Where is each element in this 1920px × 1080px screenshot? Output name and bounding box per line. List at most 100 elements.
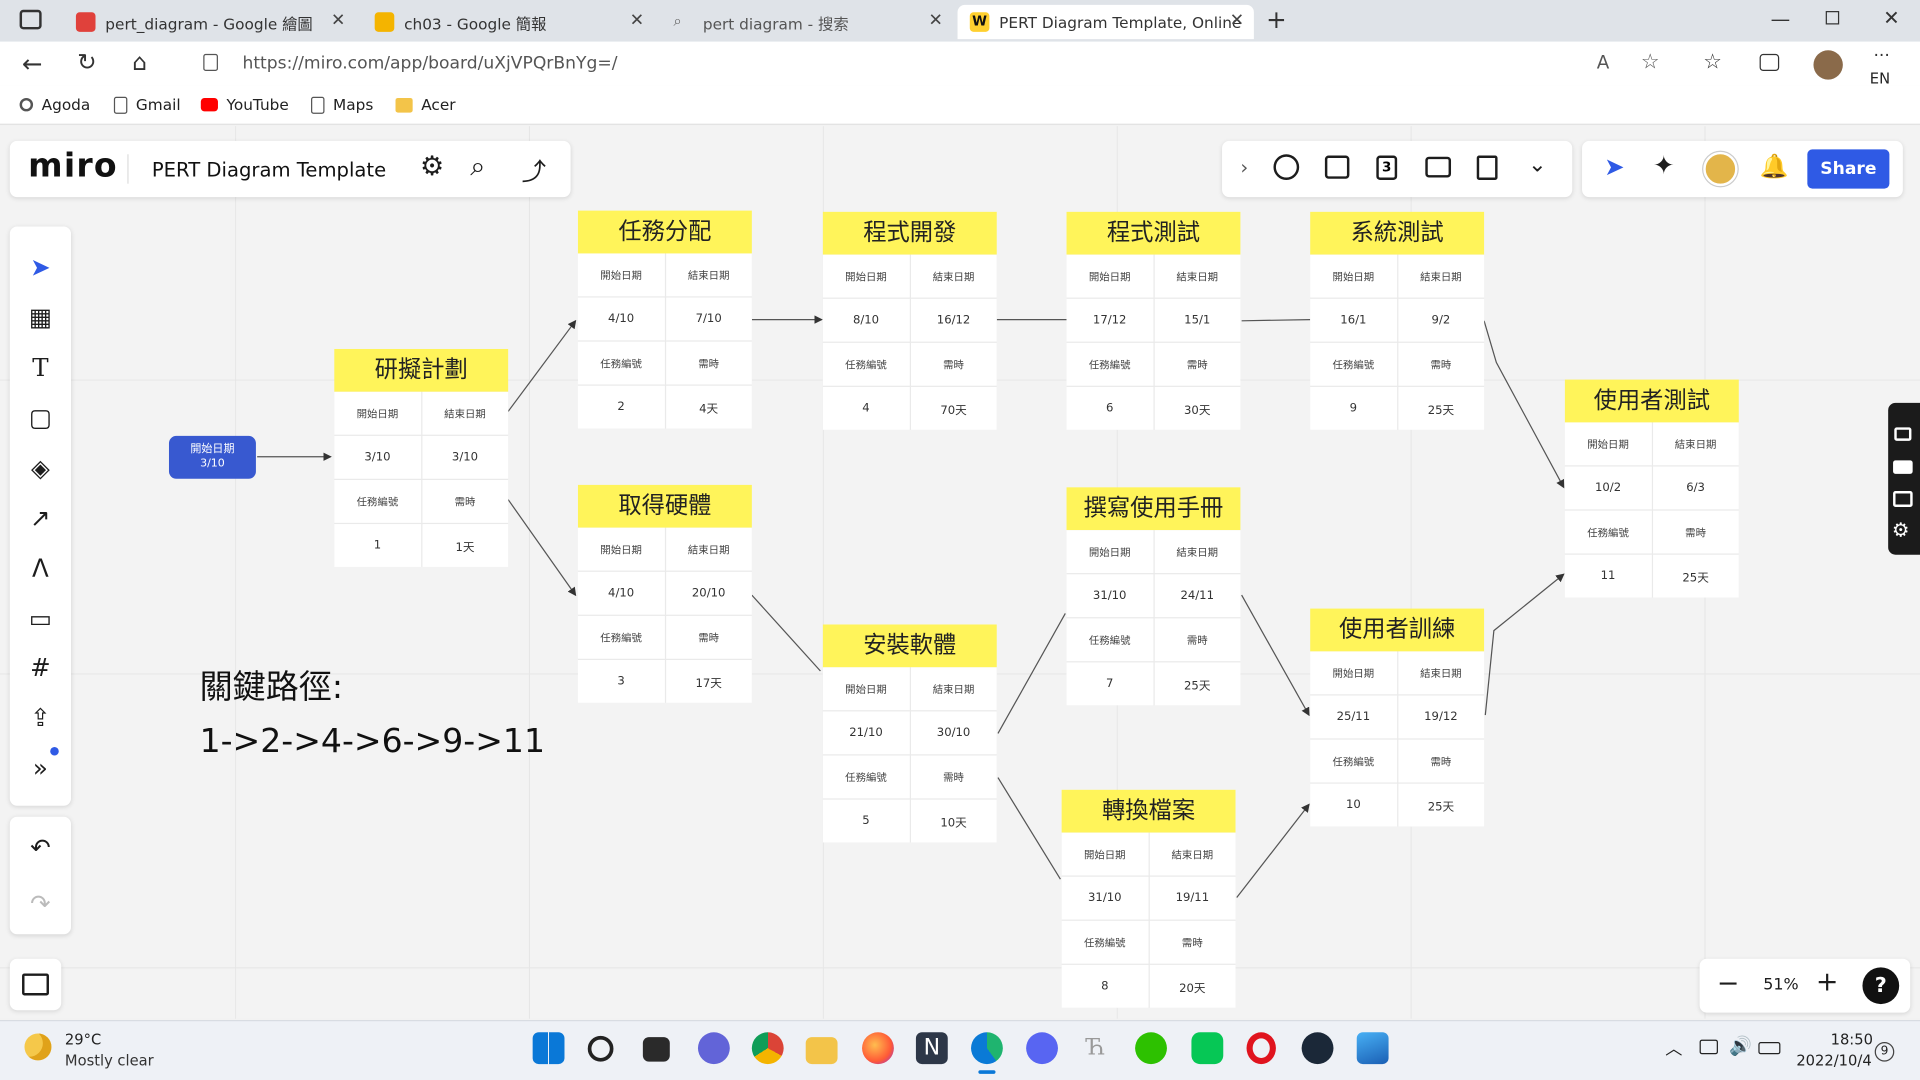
share-button[interactable]: Share [1807,149,1890,189]
lock-icon[interactable] [203,53,218,72]
window-icon[interactable] [1893,491,1913,507]
help-button[interactable]: ? [1862,967,1900,1005]
notion-icon[interactable]: N [915,1032,948,1065]
task-node-3[interactable]: 取得硬體 開始日期 結束日期 4/10 20/10 任務編號 需時 3 17天 [577,484,752,703]
miro-logo[interactable]: miro [28,147,118,185]
zoom-out-icon[interactable]: − [1717,969,1740,1000]
bookmark-maps[interactable]: Maps [311,96,373,114]
close-tab-icon[interactable]: ✕ [928,11,942,31]
text-icon[interactable]: T [21,348,60,387]
back-icon[interactable]: ← [22,49,43,78]
templates-icon[interactable]: ▦ [21,298,60,337]
bookmark-acer[interactable]: Acer [395,96,456,114]
user-avatar[interactable] [1703,151,1738,187]
task-node-7[interactable]: 撰寫使用手冊 開始日期 結束日期 31/10 24/11 任務編號 需時 7 25天 [1066,487,1241,706]
close-tab-icon[interactable]: ✕ [630,11,644,31]
minimize-icon[interactable]: — [1771,7,1791,30]
task-view-icon[interactable] [642,1037,670,1062]
more-icon[interactable]: ··· [1873,47,1889,67]
weather-icon[interactable] [24,1033,52,1061]
camera-icon[interactable] [1894,427,1912,441]
timer-icon[interactable] [1273,154,1300,181]
pen-icon[interactable]: Λ [21,549,60,588]
board-title[interactable]: PERT Diagram Template [152,158,386,181]
critical-path-note[interactable]: 關鍵路徑: 1->2->4->6->9->11 [200,661,545,769]
file-explorer-icon[interactable] [805,1037,838,1065]
sticky-note-icon[interactable]: ▢ [21,398,60,437]
search-icon[interactable]: ⌕ [470,152,485,183]
firefox-icon[interactable] [862,1032,894,1065]
frame-icon[interactable]: # [21,648,60,687]
discord-icon[interactable] [1026,1032,1058,1065]
notifications-icon[interactable]: 🔔 [1760,152,1789,180]
chrome-icon[interactable] [751,1032,784,1065]
notification-badge[interactable]: 9 [1874,1042,1895,1062]
presentation-icon[interactable] [1425,156,1452,178]
task-node-8[interactable]: 轉換檔案 開始日期 結束日期 31/10 19/11 任務編號 需時 8 20天 [1061,789,1236,1008]
chat-icon[interactable] [697,1032,730,1065]
task-node-4[interactable]: 程式開發 開始日期 結束日期 8/10 16/12 任務編號 需時 4 70天 [822,211,997,430]
close-tab-icon[interactable]: ✕ [331,11,345,31]
connection-line-icon[interactable]: ↗ [21,498,60,537]
tab-miro[interactable]: W PERT Diagram Template, Online ✕ [957,4,1254,40]
wechat-icon[interactable] [1135,1032,1167,1065]
video-icon[interactable] [1893,460,1913,474]
refresh-icon[interactable]: ↻ [77,49,96,76]
new-tab-icon[interactable]: + [1266,5,1287,34]
zoom-level[interactable]: 51% [1763,976,1798,994]
tab-search[interactable]: ⌕ pert diagram - 搜索 ✕ [661,5,952,39]
shapes-icon[interactable]: ◈ [21,448,60,487]
tab-actions-icon[interactable] [19,9,42,30]
task-node-6[interactable]: 程式測試 開始日期 結束日期 17/12 15/1 任務編號 需時 6 30天 [1066,211,1241,430]
weather-temp[interactable]: 29°C [65,1031,101,1048]
task-node-5[interactable]: 安裝軟體 開始日期 結束日期 21/10 30/10 任務編號 需時 5 10天 [822,624,997,843]
notes-icon[interactable] [1476,155,1498,181]
cursor-follow-icon[interactable]: ➤ [1604,152,1625,181]
zoom-in-icon[interactable]: + [1816,967,1839,998]
bookmark-youtube[interactable]: YouTube [200,96,289,114]
task-node-1[interactable]: 研擬計劃 開始日期 結束日期 3/10 3/10 任務編號 需時 1 1天 [334,348,509,567]
typora-icon[interactable]: Ћ [1080,1032,1112,1064]
vote-icon[interactable] [1324,155,1350,179]
gear-icon[interactable]: ⚙ [1892,518,1910,541]
photos-icon[interactable] [1356,1032,1389,1065]
restore-icon[interactable] [1825,11,1840,25]
close-tab-icon[interactable]: ✕ [1230,11,1244,31]
collections-icon[interactable] [1759,53,1780,72]
upload-icon[interactable]: ⇪ [21,698,60,737]
undo-icon[interactable]: ↶ [21,828,60,867]
search-icon[interactable] [587,1035,614,1062]
bookmark-gmail[interactable]: Gmail [113,96,181,114]
task-node-9[interactable]: 系統測試 開始日期 結束日期 16/1 9/2 任務編號 需時 9 25天 [1310,211,1485,430]
home-icon[interactable]: ⌂ [132,49,147,76]
expand-chevron-icon[interactable]: › [1240,156,1248,179]
tab-google-slides[interactable]: ch03 - Google 簡報 ✕ [362,5,653,39]
clock-date[interactable]: 2022/10/4 [1796,1052,1871,1069]
export-icon[interactable]: ⤴ [522,152,546,188]
card-number-icon[interactable]: 3 [1376,155,1398,181]
close-window-icon[interactable]: ✕ [1883,6,1899,29]
steam-icon[interactable] [1301,1032,1334,1065]
show-hidden-icons[interactable]: ︿ [1665,1036,1682,1060]
line-icon[interactable] [1191,1032,1224,1065]
clock-time[interactable]: 18:50 [1831,1031,1873,1048]
task-node-11[interactable]: 使用者測試 開始日期 結束日期 10/2 6/3 任務編號 需時 11 25天 [1564,379,1739,598]
favorites-icon[interactable]: ☆ [1703,50,1722,74]
edge-icon[interactable] [971,1032,1003,1065]
select-icon[interactable]: ➤ [21,247,60,286]
reactions-icon[interactable]: ✦ [1653,151,1675,180]
settings-icon[interactable]: ⚙ [420,152,444,183]
more-chevron-icon[interactable]: ⌄ [1528,152,1546,178]
display-icon[interactable] [1699,1039,1718,1055]
tab-google-drawings[interactable]: pert_diagram - Google 繪圖 ✕ [64,5,355,39]
url-field[interactable]: https://miro.com/app/board/uXjVPQrBnYg=/ [178,46,1683,81]
task-node-2[interactable]: 任務分配 開始日期 結束日期 4/10 7/10 任務編號 需時 2 4天 [577,210,752,429]
read-aloud-icon[interactable]: A [1597,51,1610,73]
start-icon[interactable] [532,1032,565,1065]
opera-icon[interactable] [1246,1032,1276,1065]
start-node[interactable]: 開始日期 3/10 [168,435,256,479]
battery-icon[interactable] [1758,1042,1781,1055]
bookmark-agoda[interactable]: Agoda [19,96,90,114]
task-node-10[interactable]: 使用者訓練 開始日期 結束日期 25/11 19/12 任務編號 需時 10 25天 [1310,608,1485,827]
redo-icon[interactable]: ↷ [21,884,60,923]
